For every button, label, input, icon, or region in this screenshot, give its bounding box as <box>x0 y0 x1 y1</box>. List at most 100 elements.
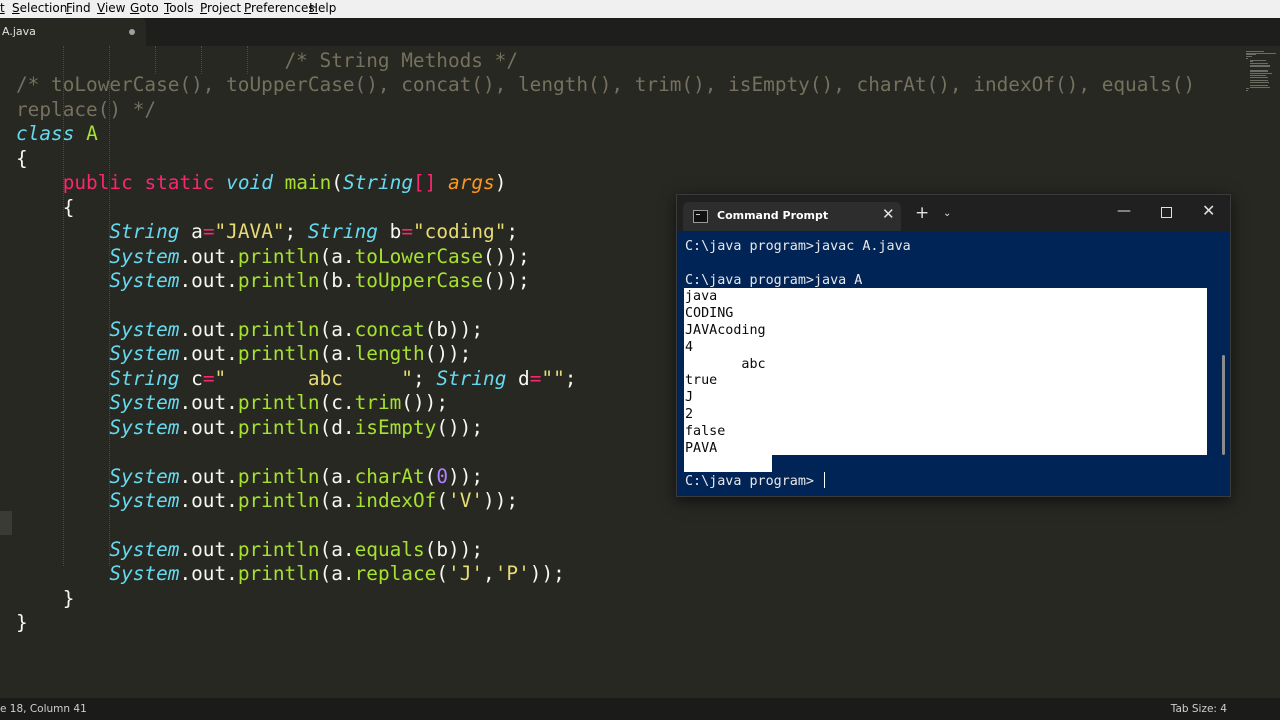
code-token: , <box>483 562 495 586</box>
code-token: (d. <box>319 415 355 439</box>
code-token: = <box>202 366 215 390</box>
file-tab[interactable]: A.java <box>0 18 146 46</box>
terminal-tab[interactable]: Command Prompt ✕ <box>683 202 901 231</box>
code-token: replace() */ <box>16 97 157 121</box>
code-token: "coding" <box>413 220 507 244</box>
code-line: System.out.println(a.indexOf('V')); <box>16 489 518 513</box>
code-line: } <box>16 587 75 611</box>
code-token: ()); <box>483 269 530 293</box>
command-prompt-window[interactable]: Command Prompt ✕ + ⌄ — ✕ C:\java program… <box>676 194 1231 497</box>
menu-item-partial[interactable]: t <box>0 1 5 15</box>
code-token: "JAVA" <box>214 220 285 244</box>
code-line: { <box>16 147 28 171</box>
code-token: System <box>109 244 180 268</box>
maximize-icon[interactable] <box>1161 207 1172 218</box>
code-token: (c. <box>319 391 355 415</box>
code-line: System.out.println(a.equals(b)); <box>16 538 483 562</box>
terminal-titlebar[interactable]: Command Prompt ✕ + ⌄ — ✕ <box>677 195 1230 231</box>
close-window-icon[interactable]: ✕ <box>1202 201 1215 220</box>
minimap-line <box>1250 66 1270 68</box>
code-token: String <box>307 220 378 244</box>
code-token: .out. <box>179 538 238 561</box>
terminal-icon <box>693 210 708 223</box>
minimap-line <box>1250 76 1268 78</box>
code-token: (a. <box>319 317 355 341</box>
terminal-line: C:\java program>java A <box>685 272 863 288</box>
code-token: { <box>16 195 75 219</box>
code-token: .out. <box>179 489 238 513</box>
menu-item-project[interactable]: Project <box>200 1 241 15</box>
code-token: ()); <box>401 391 448 415</box>
terminal-line: C:\java program>javac A.java <box>685 239 911 254</box>
close-tab-icon[interactable]: ✕ <box>882 205 895 223</box>
terminal-line: 4 <box>685 339 694 355</box>
menu-item-find[interactable]: Find <box>66 1 91 15</box>
code-token: equals <box>354 538 425 561</box>
code-line: System.out.println(a.replace('J','P')); <box>16 562 564 586</box>
code-token: static <box>144 171 215 195</box>
code-token: .out. <box>179 391 238 415</box>
code-token: { <box>16 146 28 170</box>
code-token: System <box>109 562 180 586</box>
terminal-line: false <box>685 423 726 439</box>
code-token: length <box>354 342 425 366</box>
minimize-icon[interactable]: — <box>1117 203 1131 219</box>
minimap[interactable] <box>1244 46 1280 698</box>
code-line: replace() */ <box>16 98 156 122</box>
terminal-line: true <box>685 373 718 389</box>
code-token: class <box>16 122 75 146</box>
tab-bar: A.java <box>0 18 1280 46</box>
code-token: ( <box>436 562 449 586</box>
code-token: (b)); <box>424 317 484 341</box>
code-line: String c=" abc "; String d=""; <box>16 367 576 391</box>
code-token: (a. <box>319 342 355 366</box>
tab-size-indicator[interactable]: Tab Size: 4 <box>1171 703 1227 715</box>
unsaved-dot-icon[interactable] <box>129 29 135 35</box>
code-token: ()); <box>424 342 472 366</box>
minimap-line <box>1250 86 1270 88</box>
menu-item-goto[interactable]: Goto <box>130 1 159 15</box>
code-token: ; <box>564 366 577 390</box>
code-token: .out. <box>179 342 238 366</box>
new-tab-icon[interactable]: + <box>915 205 929 222</box>
menu-item-view[interactable]: View <box>97 1 125 15</box>
menu-bar: t Selection Find View Goto Tools Project… <box>0 0 1280 18</box>
terminal-scrollbar[interactable] <box>1222 355 1225 455</box>
code-token: main <box>284 171 332 195</box>
code-token: System <box>109 269 180 293</box>
menu-item-tools[interactable]: Tools <box>164 1 194 15</box>
code-token: String <box>109 220 180 244</box>
code-token: 'V' <box>448 489 484 513</box>
code-token: println <box>237 489 320 513</box>
code-token: String <box>436 366 507 390</box>
code-token: println <box>237 269 320 293</box>
chevron-down-icon[interactable]: ⌄ <box>943 208 951 219</box>
menu-item-help[interactable]: Help <box>309 1 336 15</box>
code-token: println <box>237 317 320 341</box>
code-token: 'J' <box>448 562 484 586</box>
code-token: A <box>86 122 98 146</box>
terminal-line: C:\java program> <box>685 474 814 490</box>
cursor-position: e 18, Column 41 <box>0 703 87 715</box>
code-token: )); <box>483 489 519 513</box>
code-token: (b)); <box>424 538 484 561</box>
code-token: String <box>342 171 413 195</box>
menu-item-selection[interactable]: Selection <box>12 1 67 15</box>
code-token: println <box>237 244 320 268</box>
code-token: trim <box>354 391 402 415</box>
terminal-line: J <box>685 390 694 406</box>
code-token: [] <box>413 171 437 195</box>
terminal-line: CODING <box>685 306 734 322</box>
code-token: /* toLowerCase(), toUpperCase(), concat(… <box>16 73 1196 97</box>
code-line: /* toLowerCase(), toUpperCase(), concat(… <box>16 73 1195 97</box>
code-token: .out. <box>179 269 238 293</box>
code-token: b <box>377 220 402 244</box>
code-token: println <box>237 464 320 488</box>
menu-item-preferences[interactable]: Preferences <box>244 1 315 15</box>
